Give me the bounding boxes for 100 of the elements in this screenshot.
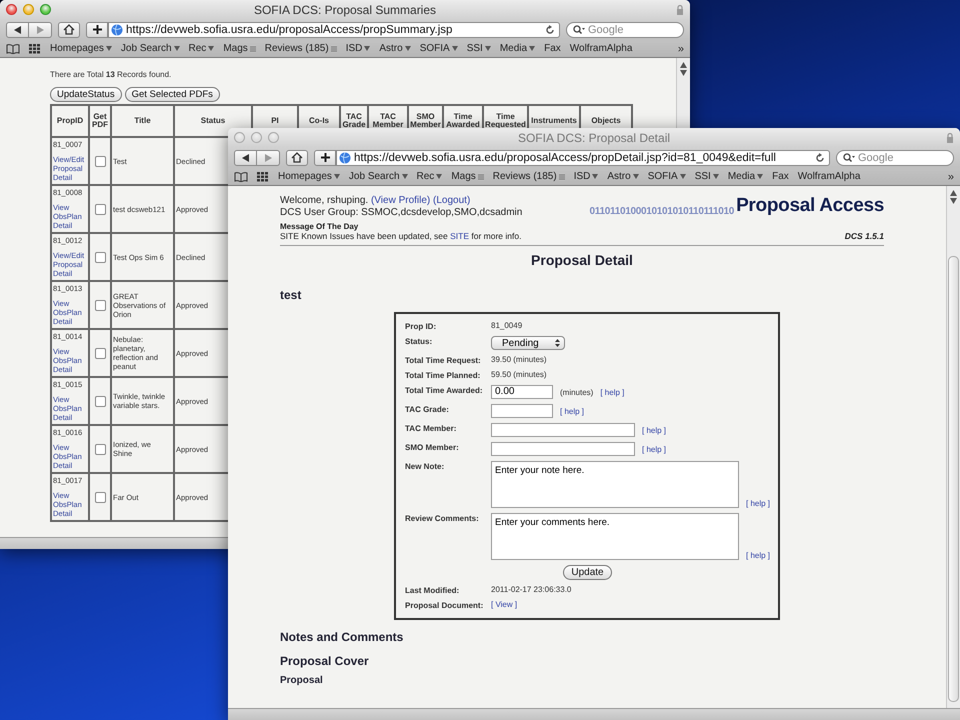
search-field[interactable]: Google — [566, 22, 684, 38]
more-bookmarks-button[interactable]: » — [678, 42, 684, 54]
scrollbar[interactable] — [946, 186, 960, 708]
checkbox[interactable] — [94, 204, 106, 214]
help-link[interactable]: [ help ] — [746, 499, 770, 508]
bookmark-link[interactable]: WolframAlpha — [798, 171, 860, 182]
reload-icon[interactable] — [545, 24, 555, 34]
close-button[interactable] — [6, 4, 17, 15]
bookmark-link[interactable]: WolframAlpha — [570, 43, 632, 54]
reload-icon[interactable] — [815, 152, 825, 162]
bookmark-folder[interactable]: Mags — [223, 43, 256, 54]
page-heading: Proposal Detail — [530, 252, 634, 268]
list-icon — [330, 46, 337, 52]
minimize-button[interactable] — [251, 132, 262, 143]
message-text: SITE Known Issues have been updated, see SITE for more info. — [280, 231, 522, 241]
add-bookmark-button[interactable] — [314, 150, 336, 166]
input-field[interactable] — [491, 423, 635, 437]
bookmark-menu[interactable]: SSI — [466, 43, 491, 54]
field-label: Total Time Awarded: — [405, 385, 484, 395]
url-field[interactable]: https://devweb.sofia.usra.edu/proposalAccess/propSummary.jsp — [108, 22, 560, 38]
bookmark-menu[interactable]: SOFIA — [420, 43, 458, 54]
checkbox[interactable] — [94, 156, 106, 166]
back-button[interactable] — [234, 150, 257, 166]
view-link[interactable]: [ View ] — [491, 600, 518, 609]
field-label: Status: — [405, 336, 434, 346]
checkbox[interactable] — [94, 252, 106, 262]
close-button[interactable] — [234, 132, 245, 143]
url-field[interactable]: https://devweb.sofia.usra.edu/proposalAccess/propDetail.jsp?id=81_0049&edit=full — [336, 150, 830, 166]
help-link[interactable]: [ help ] — [642, 426, 666, 434]
book-icon[interactable] — [234, 172, 248, 182]
help-link[interactable]: [ help ] — [746, 551, 770, 560]
field-label: SMO Member: — [405, 442, 460, 452]
checkbox[interactable] — [94, 444, 106, 454]
zoom-button[interactable] — [268, 132, 279, 143]
help-link[interactable]: [ help ] — [560, 406, 584, 416]
checkbox[interactable] — [94, 396, 106, 406]
bookmark-menu[interactable]: Astro — [379, 43, 411, 54]
bookmark-folder[interactable]: Mags — [451, 171, 484, 182]
bookmark-folder[interactable]: Reviews (185) — [264, 43, 337, 54]
input-field[interactable]: 0.00 — [491, 385, 553, 399]
grid-icon[interactable] — [257, 172, 269, 182]
minimize-button[interactable] — [23, 4, 34, 15]
plus-icon — [320, 153, 330, 162]
help-link[interactable]: [ help ] — [642, 444, 666, 454]
welcome-text: Welcome, rshuping. (View Profile) (Logout) — [280, 195, 472, 207]
scroll-down-icon[interactable] — [950, 198, 957, 204]
input-field[interactable] — [491, 442, 635, 456]
home-button[interactable] — [58, 22, 80, 38]
grid-icon[interactable] — [29, 44, 41, 54]
bookmark-menu[interactable]: ISD — [574, 171, 598, 182]
bookmark-menu[interactable]: Homepages — [278, 171, 340, 182]
book-icon[interactable] — [6, 44, 20, 54]
bookmark-menu[interactable]: Rec — [416, 171, 442, 182]
scroll-up-icon[interactable] — [950, 190, 957, 196]
field-label: TAC Member: — [405, 423, 458, 433]
bookmark-menu[interactable]: Homepages — [50, 43, 112, 54]
input-field[interactable] — [491, 404, 553, 418]
user-group-text: DCS User Group: SSMOC,dcsdevelop,SMO,dcsadmin — [280, 207, 522, 219]
bookmark-folder[interactable]: Reviews (185) — [492, 171, 565, 182]
bookmark-menu[interactable]: Job Search — [348, 171, 408, 182]
checkbox[interactable] — [94, 300, 106, 310]
back-button[interactable] — [6, 22, 29, 38]
home-button[interactable] — [286, 150, 308, 166]
bookmark-menu[interactable]: SSI — [694, 171, 719, 182]
status-select[interactable]: Pending — [491, 336, 565, 350]
update-button[interactable]: Update — [563, 565, 612, 580]
scroll-up-icon[interactable] — [680, 62, 687, 68]
scrollbar-thumb[interactable] — [948, 256, 959, 702]
field-value: 2011-02-17 23:06:33.0 — [491, 585, 572, 594]
bookmark-menu[interactable]: Rec — [188, 43, 214, 54]
list-icon — [250, 46, 256, 52]
action-button[interactable]: Get Selected PDFs — [124, 87, 220, 102]
more-bookmarks-button[interactable]: » — [948, 170, 954, 182]
search-field[interactable]: Google — [836, 150, 954, 166]
field-value: 59.50 (minutes) — [491, 370, 547, 379]
account-link[interactable]: (View Profile) — [370, 195, 430, 206]
account-link[interactable]: (Logout) — [433, 195, 470, 206]
field-label: New Note: — [405, 461, 446, 471]
add-bookmark-button[interactable] — [86, 22, 108, 38]
checkbox[interactable] — [94, 348, 106, 358]
column-header: Title — [111, 105, 174, 137]
bookmark-link[interactable]: Fax — [544, 43, 561, 54]
window-title: SOFIA DCS: Proposal Summaries — [252, 2, 438, 16]
site-link[interactable]: SITE — [450, 231, 470, 241]
text-area[interactable]: Enter your note here. — [491, 461, 739, 508]
bookmark-menu[interactable]: ISD — [346, 43, 370, 54]
bookmark-menu[interactable]: Job Search — [120, 43, 180, 54]
text-area[interactable]: Enter your comments here. — [491, 513, 739, 560]
bookmark-menu[interactable]: Astro — [607, 171, 639, 182]
bookmark-menu[interactable]: SOFIA — [648, 171, 686, 182]
bookmark-menu[interactable]: Media — [728, 171, 764, 182]
bookmark-menu[interactable]: Media — [500, 43, 536, 54]
help-link[interactable]: [ help ] — [600, 388, 624, 396]
bookmark-link[interactable]: Fax — [772, 171, 789, 182]
scroll-down-icon[interactable] — [680, 70, 687, 76]
version-text: DCS 1.5.1 — [844, 231, 884, 241]
action-button[interactable]: UpdateStatus — [50, 87, 122, 102]
zoom-button[interactable] — [40, 4, 51, 15]
checkbox[interactable] — [94, 492, 106, 502]
unit-text: (minutes) — [560, 388, 594, 396]
